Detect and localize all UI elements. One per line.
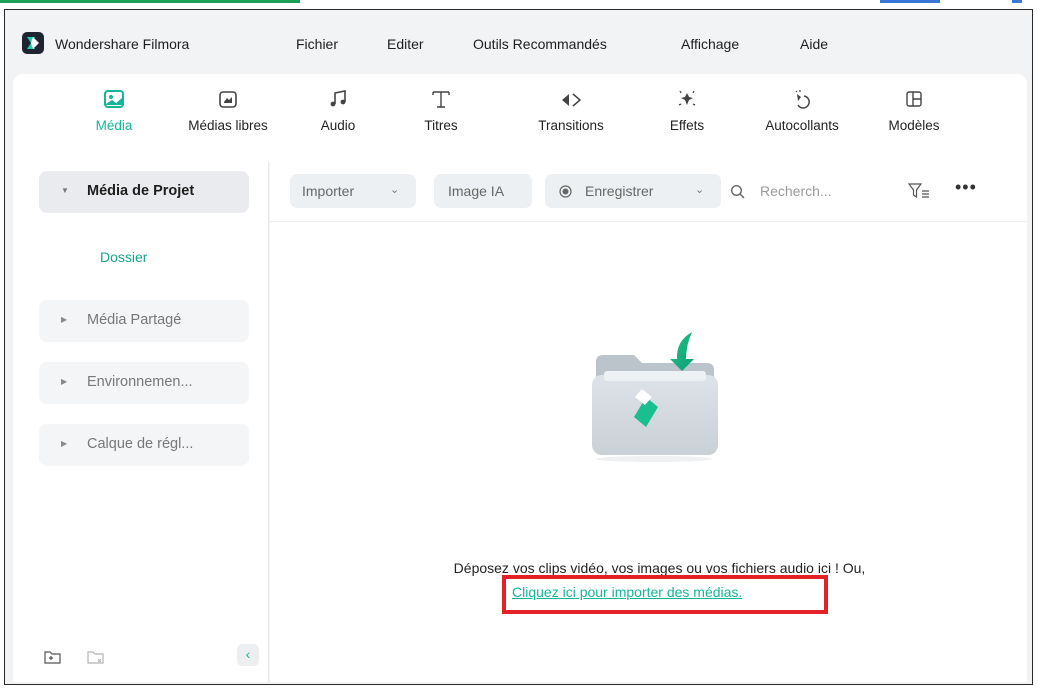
more-options-icon[interactable]: ••• xyxy=(955,177,977,198)
caret-right-icon: ▶ xyxy=(61,377,68,386)
sidebar-item-label: Environnemen... xyxy=(87,374,193,390)
search-input[interactable] xyxy=(760,180,870,202)
sticker-icon xyxy=(795,90,810,109)
effects-icon xyxy=(678,90,696,106)
caret-right-icon: ▶ xyxy=(61,315,68,324)
sidebar-item-environment[interactable]: ▶ Environnemen... xyxy=(39,362,249,404)
cropped-top-strip xyxy=(0,0,1037,8)
tab-titles[interactable]: Titres xyxy=(416,88,466,148)
caret-down-icon: ▼ xyxy=(61,186,69,195)
menu-view[interactable]: Affichage xyxy=(681,36,739,52)
sidebar-item-shared-media[interactable]: ▶ Média Partagé xyxy=(39,300,249,342)
ai-image-label: Image IA xyxy=(448,183,505,199)
tab-stickers-label: Autocollants xyxy=(765,118,839,133)
tab-titles-label: Titres xyxy=(424,118,458,133)
menu-edit[interactable]: Editer xyxy=(387,36,424,52)
template-icon xyxy=(906,91,922,107)
delete-folder-icon[interactable] xyxy=(87,649,105,665)
tab-stickers[interactable]: Autocollants xyxy=(748,88,856,148)
filmora-window: Wondershare Filmora Fichier Editer Outil… xyxy=(4,9,1033,685)
menu-help[interactable]: Aide xyxy=(800,36,828,52)
media-sidebar: ▼ Média de Projet Dossier ▶ Média Partag… xyxy=(13,162,269,682)
annotation-highlight-box xyxy=(502,575,828,614)
menu-file[interactable]: Fichier xyxy=(296,36,338,52)
tab-templates-label: Modèles xyxy=(888,118,940,133)
stock-media-icon xyxy=(219,91,237,108)
menu-tools[interactable]: Outils Recommandés xyxy=(473,36,607,52)
tab-media-label: Média xyxy=(95,118,133,133)
record-label: Enregistrer xyxy=(585,183,654,199)
new-folder-icon[interactable] xyxy=(44,649,62,665)
sidebar-item-label: Média Partagé xyxy=(87,312,182,328)
tab-effects-label: Effets xyxy=(669,118,705,133)
chevron-down-icon: ⌄ xyxy=(390,184,400,196)
sidebar-item-project-media[interactable]: ▼ Média de Projet xyxy=(39,171,249,213)
caret-right-icon: ▶ xyxy=(61,439,68,448)
tab-transitions[interactable]: Transitions xyxy=(525,88,617,148)
text-title-icon xyxy=(432,91,450,108)
import-label: Importer xyxy=(302,183,355,199)
music-note-icon xyxy=(330,90,346,107)
import-dropdown[interactable]: Importer ⌄ xyxy=(290,174,416,208)
tab-transitions-label: Transitions xyxy=(538,118,604,133)
tab-media[interactable]: Média xyxy=(88,88,140,148)
transition-icon xyxy=(562,93,582,107)
collapse-sidebar-button[interactable]: ‹ xyxy=(237,644,259,666)
record-dropdown[interactable]: Enregistrer ⌄ xyxy=(545,174,721,208)
sidebar-item-label: Média de Projet xyxy=(87,183,195,199)
cropped-bar-segment xyxy=(1012,0,1022,3)
cropped-bar-segment xyxy=(0,0,300,3)
tab-stock-media-label: Médias libres xyxy=(188,118,268,133)
ai-image-button[interactable]: Image IA xyxy=(434,174,532,208)
tab-audio[interactable]: Audio xyxy=(313,88,363,148)
tab-effects[interactable]: Effets xyxy=(666,88,708,148)
media-toolbar: Importer ⌄ Image IA Enregistrer ⌄ Recher… xyxy=(270,162,1027,222)
sidebar-item-label: Calque de régl... xyxy=(87,436,194,452)
filter-icon[interactable] xyxy=(908,182,930,200)
record-icon xyxy=(559,185,572,198)
empty-folder-illustration-icon xyxy=(592,332,718,462)
app-name: Wondershare Filmora xyxy=(55,36,190,52)
chevron-left-icon: ‹ xyxy=(245,646,251,662)
cropped-bar-segment xyxy=(880,0,940,3)
tab-audio-label: Audio xyxy=(320,118,356,133)
sidebar-item-folder[interactable]: Dossier xyxy=(100,249,147,265)
drop-instructions: Déposez vos clips vidéo, vos images ou v… xyxy=(453,560,866,576)
search-icon xyxy=(730,184,745,199)
tab-stock-media[interactable]: Médias libres xyxy=(173,88,283,148)
sidebar-item-adjustment-layer[interactable]: ▶ Calque de régl... xyxy=(39,424,249,466)
tab-templates[interactable]: Modèles xyxy=(877,88,951,148)
media-icon xyxy=(104,90,124,108)
chevron-down-icon: ⌄ xyxy=(695,184,705,196)
filmora-logo-icon xyxy=(22,32,44,54)
asset-toolbar: Média Médias libres Audio Titres Transit… xyxy=(13,74,1027,162)
title-bar: Wondershare Filmora Fichier Editer Outil… xyxy=(5,10,1032,72)
media-library-panel: Importer ⌄ Image IA Enregistrer ⌄ Recher… xyxy=(270,162,1027,682)
